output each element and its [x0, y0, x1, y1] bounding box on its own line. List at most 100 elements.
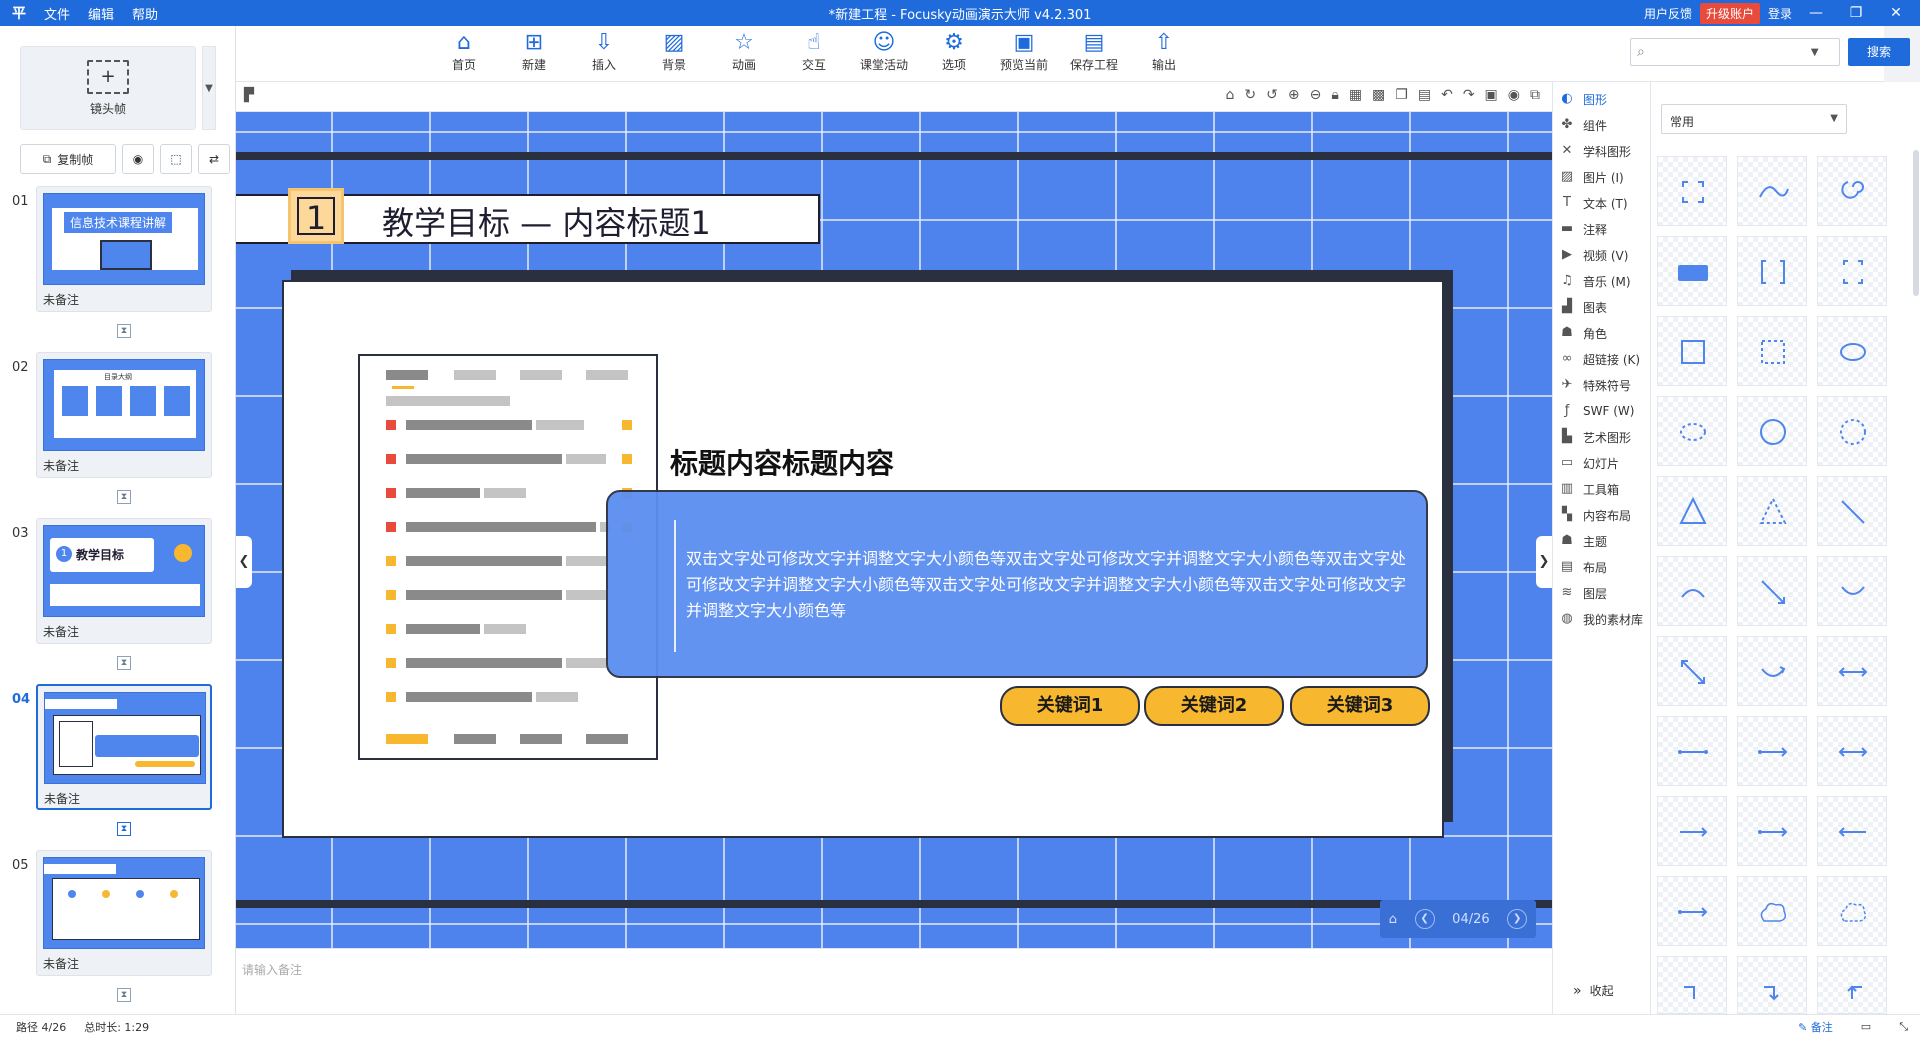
copy-icon[interactable]: ❐ [1395, 87, 1408, 103]
rotate-left-icon[interactable]: ↺ [1266, 87, 1278, 103]
menu-help[interactable]: 帮助 [132, 4, 158, 23]
toolbar-save[interactable]: ▤ 保存工程 [1062, 30, 1126, 78]
shape-tile-arrow-diagonal[interactable] [1737, 556, 1807, 626]
snapshot-button[interactable]: ◉ [122, 144, 154, 174]
shape-tile-corner-brackets[interactable] [1817, 236, 1887, 306]
frame-card[interactable]: 1 教学目标 未备注 [36, 518, 212, 644]
paste-icon[interactable]: ▤ [1418, 87, 1431, 103]
snap-icon[interactable]: ▩ [1372, 87, 1385, 103]
shape-tile-arrow-left[interactable] [1817, 796, 1887, 866]
shape-tile-brackets[interactable] [1737, 236, 1807, 306]
frame-list-icon[interactable]: ▛ [244, 88, 254, 103]
shape-tile-cloud-outline[interactable] [1817, 876, 1887, 946]
chevron-down-icon[interactable]: ▼ [1811, 47, 1819, 58]
transition-icon[interactable]: ⧗ [117, 988, 131, 1002]
menu-file[interactable]: 文件 [44, 4, 70, 23]
shape-tile-circle[interactable] [1737, 396, 1807, 466]
nav-layers[interactable]: ≋ 图层 [1559, 580, 1649, 606]
nav-special-symbol[interactable]: ✈ 特殊符号 [1559, 372, 1649, 398]
shape-tile-arrow-line[interactable] [1657, 876, 1727, 946]
nav-comment[interactable]: ▬ 注释 [1559, 216, 1649, 242]
shape-tile-arc-up[interactable] [1657, 556, 1727, 626]
next-page-icon[interactable]: ❯ [1507, 909, 1528, 929]
comment-icon[interactable]: ▭ [1861, 1020, 1871, 1033]
nav-content-layout[interactable]: ▚ 内容布局 [1559, 502, 1649, 528]
shape-tile-rounded-rect[interactable] [1657, 236, 1727, 306]
nav-my-library[interactable]: ◍ 我的素材库 [1559, 606, 1649, 632]
keyword-1[interactable]: 关键词1 [1000, 686, 1140, 726]
frame-item[interactable]: 05 未备注 ⧗ [0, 850, 236, 1016]
collapse-left-panel-button[interactable]: ❮ [236, 536, 252, 588]
shape-tile-dashed-triangle[interactable] [1737, 476, 1807, 546]
toolbar-background[interactable]: ▨ 背景 [642, 30, 706, 78]
shape-tile-curved-arrow[interactable] [1737, 636, 1807, 706]
rotate-right-icon[interactable]: ↻ [1244, 87, 1256, 103]
feedback-link[interactable]: 用户反馈 [1644, 5, 1692, 22]
grid-icon[interactable]: ▦ [1349, 87, 1362, 103]
home-view-icon[interactable]: ⌂ [1226, 87, 1235, 103]
menu-edit[interactable]: 编辑 [88, 4, 114, 23]
camera-frame-dropdown[interactable]: ▼ [202, 46, 216, 130]
toolbar-export[interactable]: ⇧ 输出 [1132, 30, 1196, 78]
maximize-button[interactable]: ❐ [1840, 5, 1872, 21]
nav-swf[interactable]: ƒ SWF (W) [1559, 398, 1649, 424]
shape-tile-double-arrow-diagonal[interactable] [1657, 636, 1727, 706]
toolbar-preview[interactable]: ▣ 预览当前 [992, 30, 1056, 78]
history-icon[interactable]: ▣ [1485, 87, 1498, 103]
fullscreen-icon[interactable]: ⧉ [1530, 87, 1540, 103]
transition-icon[interactable]: ⧗ [117, 822, 131, 836]
subheading[interactable]: 标题内容标题内容 [670, 442, 894, 482]
zoom-out-icon[interactable]: ⊖ [1310, 87, 1322, 103]
toolbar-home[interactable]: ⌂ 首页 [432, 30, 496, 78]
search-box[interactable]: ⌕ ▼ [1630, 38, 1840, 66]
nav-shapes[interactable]: ◐ 图形 [1559, 86, 1649, 112]
login-link[interactable]: 登录 [1768, 5, 1792, 22]
slide-title[interactable]: 教学目标 — 内容标题1 [382, 198, 711, 244]
nav-layout[interactable]: ▤ 布局 [1559, 554, 1649, 580]
shape-tile-diagonal-line[interactable] [1817, 476, 1887, 546]
shape-tile-dashed-circle[interactable] [1817, 396, 1887, 466]
nav-text[interactable]: T 文本 (T) [1559, 190, 1649, 216]
nav-theme[interactable]: ☗ 主题 [1559, 528, 1649, 554]
toolbar-new[interactable]: ⊞ 新建 [502, 30, 566, 78]
nav-components[interactable]: ✤ 组件 [1559, 112, 1649, 138]
shape-tile-triangle[interactable] [1657, 476, 1727, 546]
shape-tile-dot-line[interactable] [1657, 716, 1727, 786]
swap-button[interactable]: ⇄ [198, 144, 230, 174]
toolbar-interaction[interactable]: ☝ 交互 [782, 30, 846, 78]
nav-slides[interactable]: ▭ 幻灯片 [1559, 450, 1649, 476]
screenshot-icon[interactable]: ◉ [1508, 87, 1520, 103]
shape-tile-double-arrow-line[interactable] [1817, 636, 1887, 706]
frame-item[interactable]: 03 1 教学目标 未备注 ⧗ [0, 518, 236, 684]
frame-card[interactable]: 未备注 [36, 850, 212, 976]
shape-tile-arc-down[interactable] [1817, 556, 1887, 626]
undo-icon[interactable]: ↶ [1441, 87, 1453, 103]
keyword-2[interactable]: 关键词2 [1144, 686, 1284, 726]
transition-icon[interactable]: ⧗ [117, 324, 131, 338]
nav-chart[interactable]: ▟ 图表 [1559, 294, 1649, 320]
nav-image[interactable]: ▨ 图片 (I) [1559, 164, 1649, 190]
shape-category-select[interactable]: 常用 ▼ [1661, 104, 1847, 134]
collapse-right-panel-button[interactable]: ❯ [1536, 536, 1552, 588]
toolbar-classroom[interactable]: ☺ 课堂活动 [852, 30, 916, 78]
frame-item[interactable]: 01 信息技术课程讲解 未备注 ⧗ [0, 186, 236, 352]
nav-subject-shapes[interactable]: ✕ 学科图形 [1559, 138, 1649, 164]
notes-toggle-button[interactable]: ✎ 备注 [1798, 1019, 1833, 1035]
nav-video[interactable]: ▶ 视频 (V) [1559, 242, 1649, 268]
home-icon[interactable]: ⌂ [1389, 912, 1397, 927]
shape-tile-elbow-arrow[interactable] [1737, 956, 1807, 1014]
minimize-button[interactable]: — [1800, 5, 1832, 21]
shape-tile-dashed-square[interactable] [1737, 316, 1807, 386]
shape-tile-dashed-ellipse[interactable] [1657, 396, 1727, 466]
shape-tile-double-dot-line[interactable] [1817, 716, 1887, 786]
shape-tile-square[interactable] [1657, 316, 1727, 386]
shape-tile-corner-frame[interactable] [1657, 156, 1727, 226]
shape-tile-cloud[interactable] [1737, 876, 1807, 946]
shape-tile-dot-arrow-line[interactable] [1737, 716, 1807, 786]
frame-item[interactable]: 02 目录大纲 未备注 ⧗ [0, 352, 236, 518]
keyword-3[interactable]: 关键词3 [1290, 686, 1430, 726]
notes-field[interactable]: 请输入备注 [236, 948, 1552, 1014]
transition-icon[interactable]: ⧗ [117, 490, 131, 504]
collapse-button[interactable]: » 收起 [1573, 982, 1614, 999]
nav-art-shapes[interactable]: ▙ 艺术图形 [1559, 424, 1649, 450]
